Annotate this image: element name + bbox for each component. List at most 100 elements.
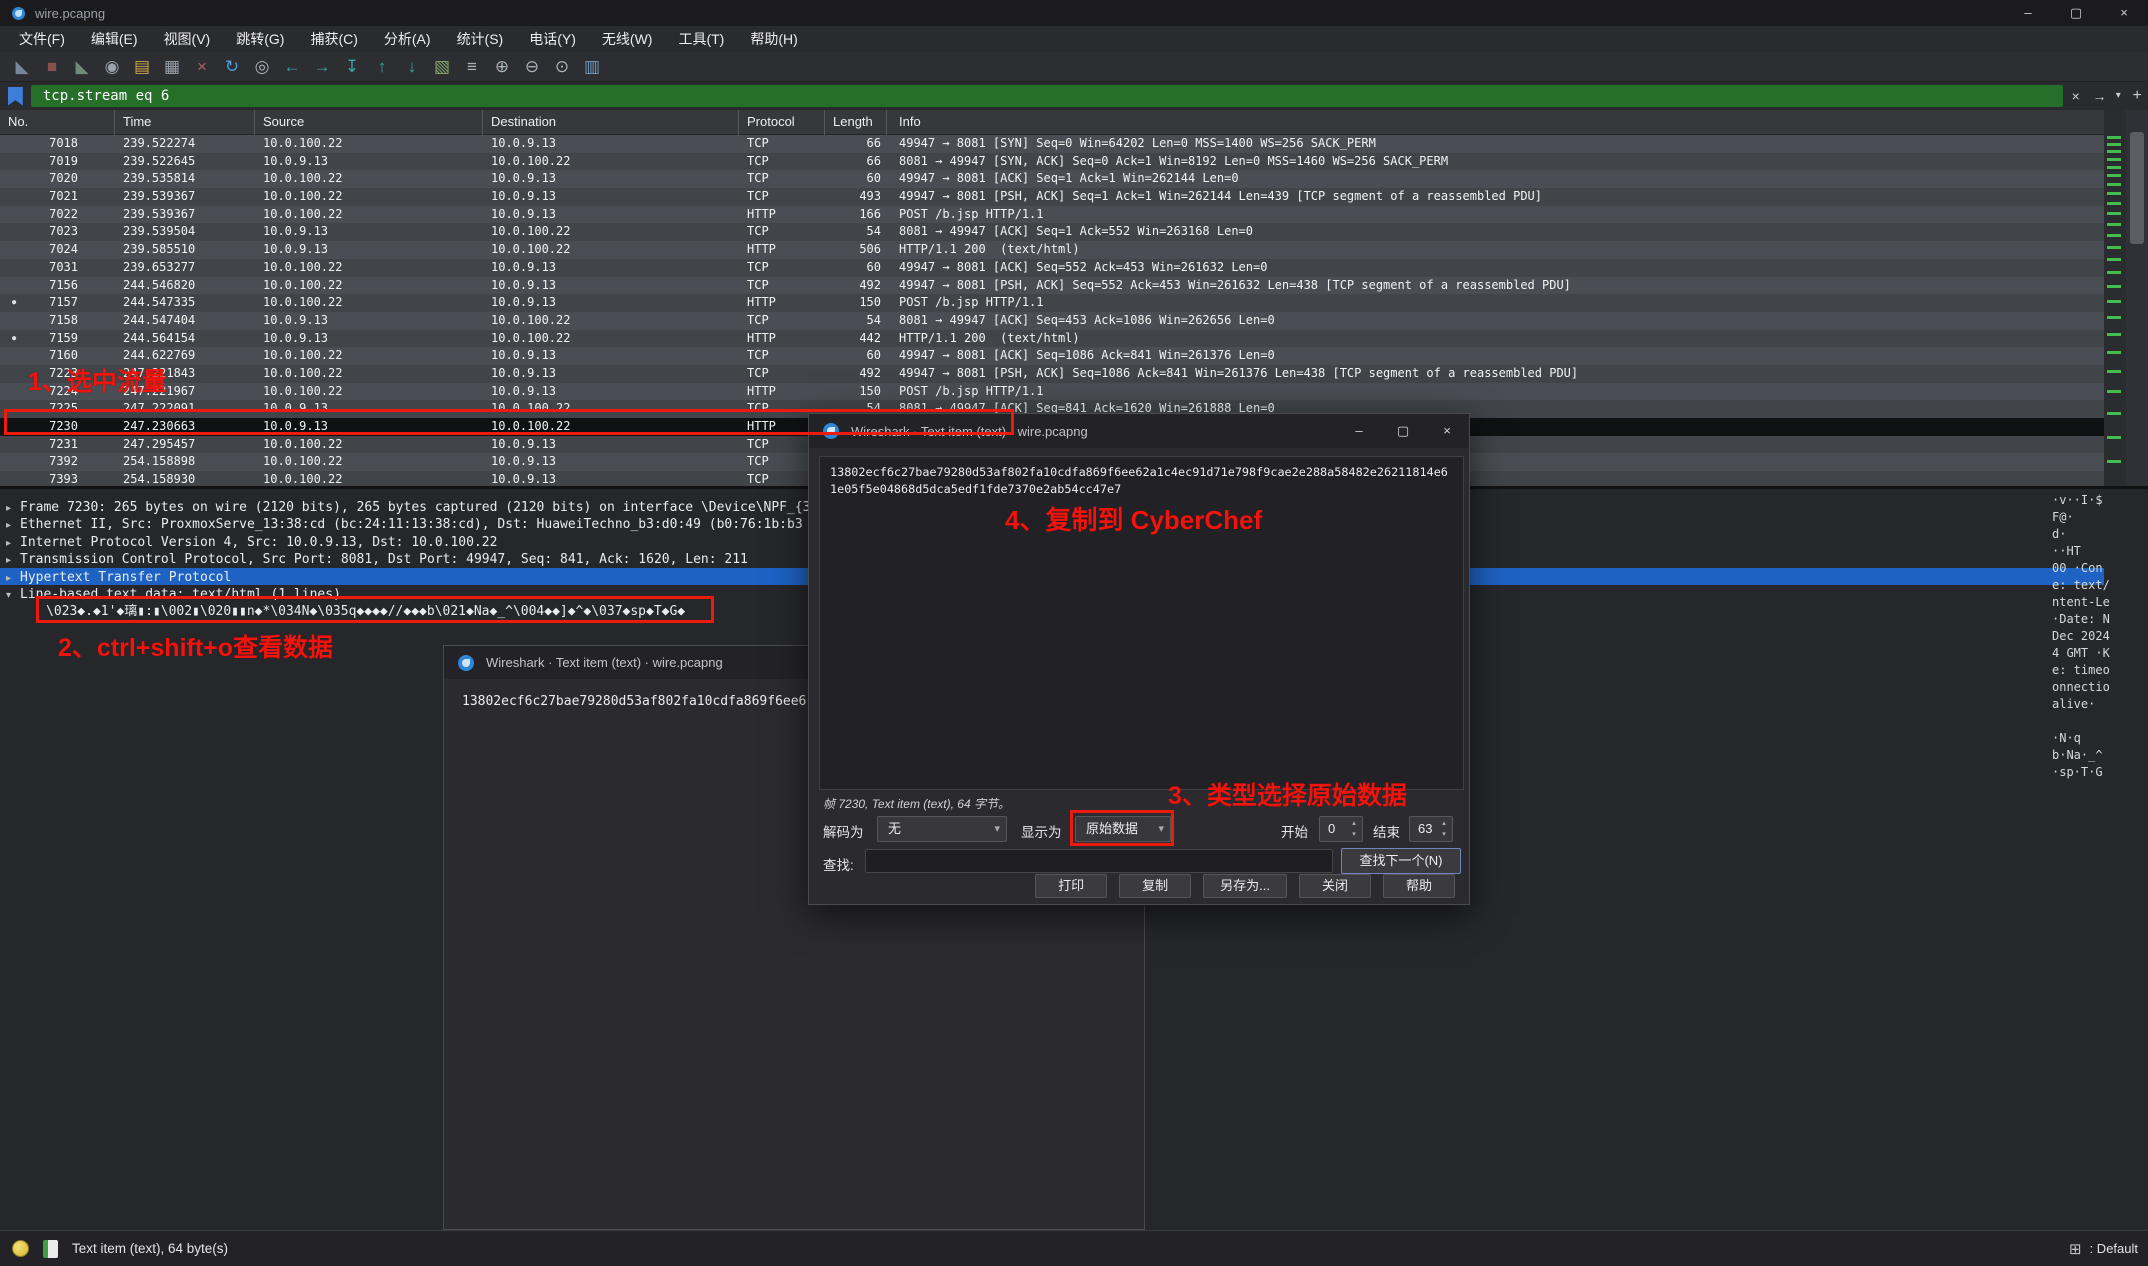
related-packet-dot-icon: ● [12,330,16,348]
capture-options-icon[interactable]: ◉ [98,54,126,80]
filter-add-button[interactable]: + [2126,85,2148,107]
bytes-line: e: timeo [2052,662,2148,679]
packet-row[interactable]: 7223247.22184310.0.100.2210.0.9.13TCP492… [0,365,2104,383]
packet-time: 244.546820 [115,277,255,295]
reload-file-icon[interactable]: ↻ [218,54,246,80]
packet-row[interactable]: 7019239.52264510.0.9.1310.0.100.22TCP668… [0,153,2104,171]
column-header[interactable]: Protocol [739,110,825,135]
menu-item[interactable]: 统计(S) [444,26,517,52]
packet-row[interactable]: 7159244.56415410.0.9.1310.0.100.22HTTP44… [0,330,2104,348]
menu-item[interactable]: 编辑(E) [78,26,151,52]
spinner-arrows-icon[interactable]: ▴▾ [1348,818,1360,840]
packet-row[interactable]: 7160244.62276910.0.100.2210.0.9.13TCP604… [0,347,2104,365]
bytes-line: ntent-Le [2052,594,2148,611]
packet-row[interactable]: 7022239.53936710.0.100.2210.0.9.13HTTP16… [0,206,2104,224]
close-button[interactable]: × [2100,0,2148,26]
go-to-packet-icon[interactable]: ↧ [338,54,366,80]
copy-button[interactable]: 复制 [1119,874,1191,898]
minimap-tick [2107,192,2121,195]
dialog-close-button[interactable]: × [1425,414,1469,448]
packet-protocol: HTTP [739,383,825,401]
menu-item[interactable]: 分析(A) [371,26,444,52]
help-button[interactable]: 帮助 [1383,874,1455,898]
display-filter-input[interactable]: tcp.stream eq 6 [31,85,2063,107]
save-file-icon[interactable]: ▦ [158,54,186,80]
packet-row[interactable]: 7018239.52227410.0.100.2210.0.9.13TCP664… [0,135,2104,153]
packet-row[interactable]: 7024239.58551010.0.9.1310.0.100.22HTTP50… [0,241,2104,259]
detail-text: Internet Protocol Version 4, Src: 10.0.9… [20,535,497,550]
print-button[interactable]: 打印 [1035,874,1107,898]
menu-item[interactable]: 无线(W) [589,26,666,52]
chevron-down-icon[interactable]: ▾ [6,587,20,604]
find-next-button[interactable]: 查找下一个(N) [1341,848,1461,874]
packet-destination: 10.0.9.13 [483,365,739,383]
colorize-icon[interactable]: ▧ [428,54,456,80]
save-as-button[interactable]: 另存为... [1203,874,1287,898]
packet-row[interactable]: 7156244.54682010.0.100.2210.0.9.13TCP492… [0,277,2104,295]
zoom-in-icon[interactable]: ⊕ [488,54,516,80]
column-header[interactable]: Time [115,110,255,135]
packet-row[interactable]: 7158244.54740410.0.9.1310.0.100.22TCP548… [0,312,2104,330]
capture-start-icon[interactable]: ◣ [8,54,36,80]
zoom-out-icon[interactable]: ⊖ [518,54,546,80]
menu-item[interactable]: 视图(V) [151,26,224,52]
column-header[interactable]: Info [887,110,2126,135]
profile-area[interactable]: ⊞ : Default [2069,1240,2148,1258]
find-input[interactable] [865,849,1333,873]
maximize-button[interactable]: ▢ [2052,0,2100,26]
go-forward-icon[interactable]: → [308,54,336,80]
profile-grid-icon[interactable]: ⊞ [2069,1240,2082,1258]
find-packet-icon[interactable]: ◎ [248,54,276,80]
detail-text: Transmission Control Protocol, Src Port:… [20,552,748,567]
menu-item[interactable]: 跳转(G) [223,26,297,52]
packet-info: 8081 → 49947 [ACK] Seq=453 Ack=1086 Win=… [887,312,2104,330]
column-header[interactable]: No. [0,110,115,135]
profile-name[interactable]: : Default [2090,1241,2138,1256]
capture-file-icon[interactable] [43,1240,58,1258]
column-header[interactable]: Length [825,110,887,135]
minimap-tick [2107,202,2121,205]
packet-row[interactable]: 7224247.22196710.0.100.2210.0.9.13HTTP15… [0,383,2104,401]
packet-list-scrollbar[interactable] [2126,110,2148,486]
filter-dropdown-icon[interactable]: ▾ [2112,85,2124,107]
menu-item[interactable]: 电话(Y) [516,26,589,52]
packet-info: 49947 → 8081 [SYN] Seq=0 Win=64202 Len=0… [887,135,2104,153]
dialog-maximize-button[interactable]: ▢ [1381,414,1425,448]
packet-row[interactable]: 7020239.53581410.0.100.2210.0.9.13TCP604… [0,170,2104,188]
end-spinner[interactable]: 63 ▴▾ [1409,816,1453,842]
packet-row[interactable]: 7157244.54733510.0.100.2210.0.9.13HTTP15… [0,294,2104,312]
filter-apply-icon[interactable]: → [2089,85,2111,107]
menu-item[interactable]: 帮助(H) [737,26,810,52]
spinner-arrows-icon[interactable]: ▴▾ [1438,818,1450,840]
packet-row[interactable]: 7023239.53950410.0.9.1310.0.100.22TCP548… [0,223,2104,241]
dialog-minimize-button[interactable]: – [1337,414,1381,448]
auto-scroll-icon[interactable]: ≡ [458,54,486,80]
minimize-button[interactable]: – [2004,0,2052,26]
close-file-icon[interactable]: × [188,54,216,80]
menu-item[interactable]: 工具(T) [665,26,737,52]
capture-stop-icon[interactable]: ■ [38,54,66,80]
open-file-icon[interactable]: ▤ [128,54,156,80]
menu-item[interactable]: 捕获(C) [297,26,370,52]
go-up-icon[interactable]: ↑ [368,54,396,80]
minimap-tick [2107,285,2121,288]
column-header[interactable]: Destination [483,110,739,135]
packet-row[interactable]: 7031239.65327710.0.100.2210.0.9.13TCP604… [0,259,2104,277]
go-back-icon[interactable]: ← [278,54,306,80]
menu-item[interactable]: 文件(F) [6,26,78,52]
zoom-original-icon[interactable]: ⊙ [548,54,576,80]
go-down-icon[interactable]: ↓ [398,54,426,80]
resize-columns-icon[interactable]: ▥ [578,54,606,80]
close-dialog-button[interactable]: 关闭 [1299,874,1371,898]
capture-restart-icon[interactable]: ◣ [68,54,96,80]
chevron-right-icon[interactable]: ▸ [6,552,20,569]
start-spinner[interactable]: 0 ▴▾ [1319,816,1363,842]
filter-bookmark-icon[interactable] [8,87,23,106]
filter-clear-icon[interactable]: × [2065,85,2087,107]
packet-row[interactable]: 7021239.53936710.0.100.2210.0.9.13TCP493… [0,188,2104,206]
expert-info-icon[interactable] [12,1240,29,1257]
column-header[interactable]: Source [255,110,483,135]
decode-as-select[interactable]: 无 ▾ [877,816,1007,842]
scrollbar-thumb[interactable] [2130,132,2144,244]
packet-protocol: TCP [739,135,825,153]
